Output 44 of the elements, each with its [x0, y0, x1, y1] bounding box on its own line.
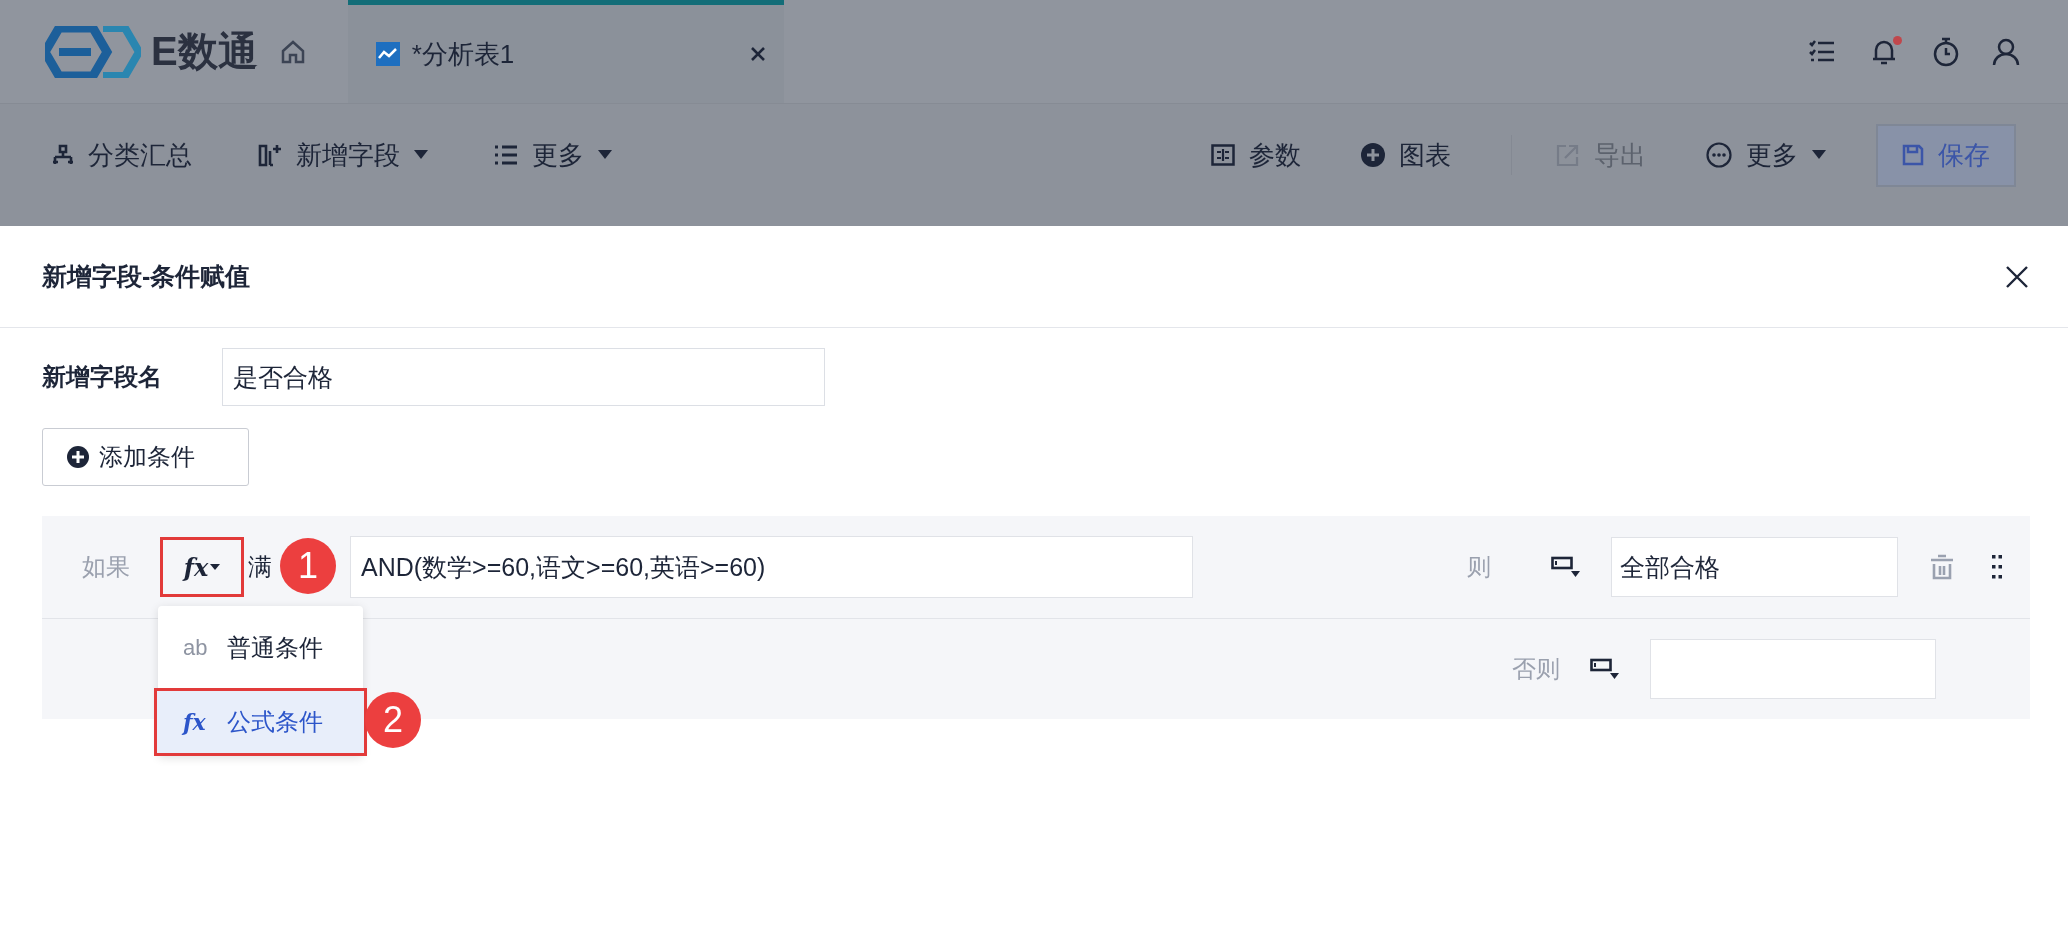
logo-text: E数通: [151, 28, 258, 75]
field-label: 新增字段名: [42, 362, 163, 392]
add-condition-button[interactable]: 添加条件: [42, 428, 249, 486]
add-circle-icon: [1361, 143, 1385, 167]
logo-icon: [45, 25, 141, 78]
add-column-icon: [258, 143, 282, 167]
toolbar-button[interactable]: 新增字段: [258, 137, 428, 173]
menu-item[interactable]: ab 普通条件: [158, 614, 363, 682]
toolbar-button[interactable]: 更多: [1706, 137, 1826, 173]
drag-handle-icon[interactable]: [1992, 555, 2002, 579]
value-type-icon[interactable]: [1590, 658, 1620, 680]
toolbar-button[interactable]: 分类汇总: [52, 137, 192, 173]
step-badge: 1: [280, 538, 336, 594]
chart-icon: [375, 42, 400, 66]
field-name-input[interactable]: 是否合格: [222, 348, 825, 406]
caret-icon: [210, 563, 221, 571]
if-label: 如果: [82, 552, 130, 582]
value-input[interactable]: 全部合格: [1611, 537, 1898, 597]
formula-type-button[interactable]: fx: [160, 537, 244, 597]
home-icon[interactable]: [279, 38, 306, 65]
condition-label: 满: [248, 552, 272, 582]
formula-input[interactable]: AND(数学>=60,语文>=60,英语>=60): [350, 536, 1193, 598]
step-badge: 2: [365, 692, 421, 748]
dialog-title: 新增字段-条件赋值: [42, 261, 251, 292]
else-label: 否则: [1512, 654, 1560, 684]
stopwatch-icon[interactable]: [1932, 36, 1960, 67]
more-icon: [1706, 142, 1732, 168]
value-input[interactable]: [1650, 639, 1936, 699]
toolbar-button[interactable]: 参数: [1211, 137, 1301, 173]
toolbar-button[interactable]: 图表: [1361, 137, 1451, 173]
then-label: 则: [1467, 552, 1491, 582]
user-icon[interactable]: [1992, 37, 2020, 66]
hierarchy-icon: [52, 144, 74, 166]
tab[interactable]: *分析表1: [347, 0, 784, 103]
menu-item[interactable]: fx 公式条件: [154, 688, 367, 756]
logo[interactable]: E数通: [45, 24, 258, 79]
close-icon[interactable]: [2006, 265, 2028, 288]
add-circle-icon: [67, 446, 89, 468]
save-icon: [1902, 144, 1924, 166]
list-icon: [494, 144, 518, 166]
toolbar-button[interactable]: 更多: [494, 137, 612, 173]
sliders-icon: [1211, 144, 1235, 166]
value-type-icon[interactable]: [1551, 556, 1581, 578]
tab-label: *分析表1: [411, 37, 515, 71]
